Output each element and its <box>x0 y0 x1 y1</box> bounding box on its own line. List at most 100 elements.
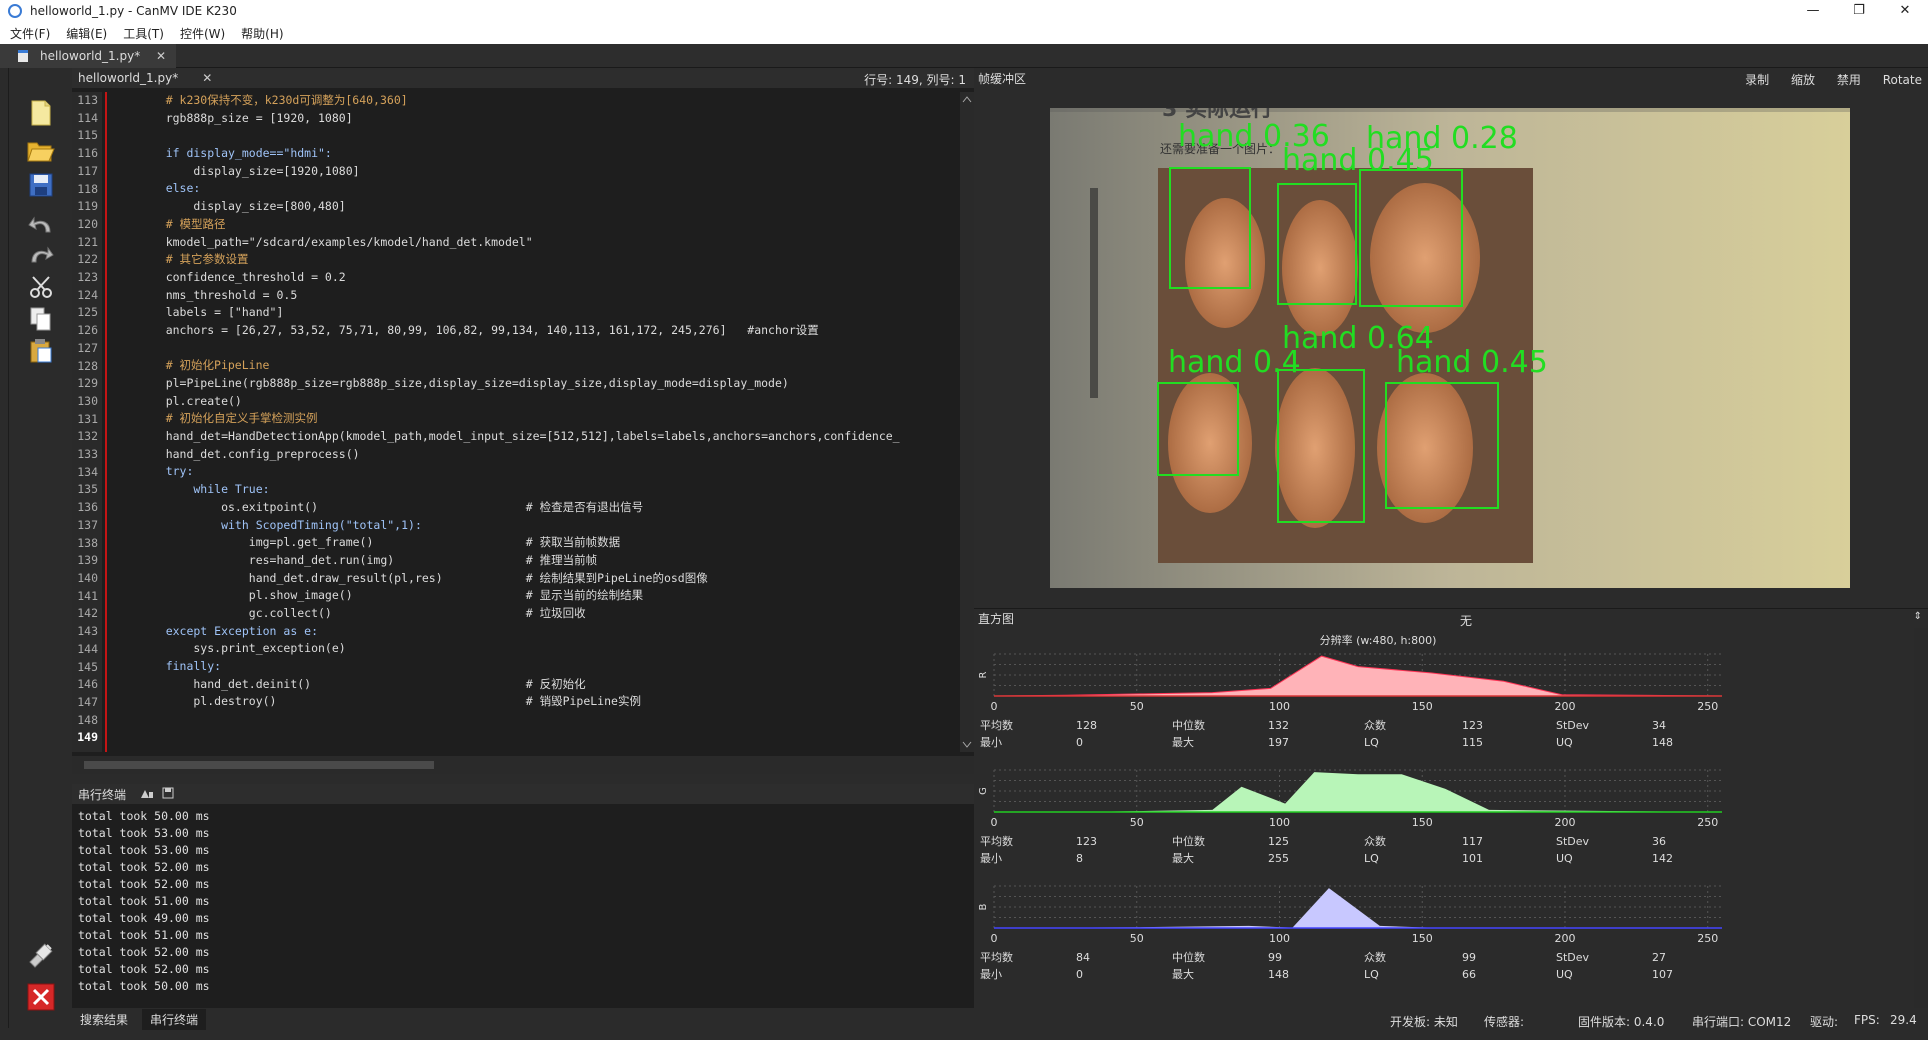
file-tab-label: helloworld_1.py* <box>40 49 141 63</box>
tick-label: 250 <box>1697 816 1718 829</box>
disable-button[interactable]: 禁用 <box>1837 73 1861 87</box>
run-stop-icon[interactable] <box>26 982 56 1012</box>
tick-label: 50 <box>1130 932 1144 945</box>
serial-line: total took 49.00 ms <box>78 911 210 925</box>
redo-icon[interactable] <box>26 240 56 270</box>
code-line: confidence_threshold = 0.2 <box>138 269 346 284</box>
stat-value: 115 <box>1462 736 1483 749</box>
rotate-button[interactable]: Rotate <box>1883 73 1922 87</box>
histogram-area-b <box>994 888 1722 928</box>
code-line: anchors = [26,27, 53,52, 75,71, 80,99, 1… <box>138 322 819 337</box>
tab-search-results[interactable]: 搜索结果 <box>72 1009 136 1030</box>
undo-icon[interactable] <box>26 210 56 240</box>
status-driver: 驱动: <box>1810 1015 1839 1029</box>
bottom-tab-bar: 搜索结果 串行终端 <box>72 1008 974 1030</box>
close-button[interactable]: ✕ <box>1882 0 1928 22</box>
code-line: labels = ["hand"] <box>138 305 284 320</box>
window-title: helloworld_1.py - CanMV IDE K230 <box>30 4 237 18</box>
stat-label: LQ <box>1364 852 1379 865</box>
stat-label: 最大 <box>1172 735 1194 749</box>
serial-line: total took 53.00 ms <box>78 843 210 857</box>
line-number: 149 <box>77 730 98 745</box>
stat-value: 27 <box>1652 951 1666 964</box>
editor-horizontal-scrollbar[interactable] <box>72 756 974 774</box>
tick-label: 0 <box>991 816 998 829</box>
tab-serial-terminal[interactable]: 串行终端 <box>142 1008 207 1030</box>
serial-line: total took 52.00 ms <box>78 962 210 976</box>
stat-label: 最小 <box>980 736 1002 749</box>
stat-value: 123 <box>1462 719 1483 732</box>
line-number: 113 <box>77 93 98 107</box>
editor-close-icon[interactable]: ✕ <box>202 71 212 85</box>
new-file-icon[interactable] <box>26 98 56 128</box>
code-line: finally: <box>138 659 222 673</box>
open-folder-icon[interactable] <box>26 136 56 166</box>
paste-icon[interactable] <box>26 336 56 366</box>
stat-value: 8 <box>1076 852 1083 865</box>
channel-label: R <box>978 671 989 678</box>
restore-button[interactable]: ❐ <box>1836 0 1882 22</box>
stat-value: 132 <box>1268 719 1289 732</box>
line-number: 115 <box>77 128 98 143</box>
tick-label: 0 <box>991 700 998 713</box>
save-icon[interactable] <box>26 170 56 200</box>
modified-marker <box>105 92 107 752</box>
file-tab[interactable]: helloworld_1.py* ✕ <box>0 44 176 68</box>
stat-value: 34 <box>1652 719 1666 732</box>
menu-file[interactable]: 文件(F) <box>10 25 50 42</box>
line-number: 130 <box>77 393 98 408</box>
line-number: 125 <box>77 305 98 320</box>
save-log-icon[interactable] <box>162 787 174 802</box>
stat-value: 0 <box>1076 736 1083 749</box>
code-line: except Exception as e: <box>138 623 319 638</box>
channel-label: B <box>978 903 989 910</box>
menu-tools[interactable]: 工具(T) <box>123 25 164 42</box>
stat-label: UQ <box>1556 968 1573 981</box>
minimize-button[interactable]: — <box>1790 0 1836 22</box>
code-line: pl.show_image() # 显示当前的绘制结果 <box>138 588 644 603</box>
code-line: else: <box>138 181 201 196</box>
detection-label-6: hand 0.45 <box>1396 345 1548 380</box>
horizontal-scroll-thumb[interactable] <box>84 761 434 769</box>
menu-help[interactable]: 帮助(H) <box>241 25 283 42</box>
histogram-header: 直方图 无 ⇕ <box>974 608 1928 628</box>
menu-widgets[interactable]: 控件(W) <box>180 25 225 42</box>
histogram-mode-select[interactable]: 无 <box>1460 612 1472 629</box>
left-edge-line <box>8 68 9 1028</box>
code-line: kmodel_path="/sdcard/examples/kmodel/han… <box>138 234 533 249</box>
code-line: with ScopedTiming("total",1): <box>138 517 422 532</box>
chevron-updown-icon[interactable]: ⇕ <box>1914 611 1922 622</box>
serial-header: 串行终端 <box>72 784 974 804</box>
menu-edit[interactable]: 编辑(E) <box>66 25 107 42</box>
code-line: while True: <box>138 482 270 497</box>
code-line: res=hand_det.run(img) # 推理当前帧 <box>138 552 598 567</box>
code-text-area[interactable]: # k230保持不变，k230d可调整为[640,360] rgb888p_si… <box>138 92 968 752</box>
histogram-panel: 直方图 无 ⇕ 分辨率 (w:480, h:800) R 0 50 100 150 200 2… <box>974 608 1928 1008</box>
record-button[interactable]: 录制 <box>1745 73 1769 87</box>
line-number: 124 <box>77 287 98 302</box>
zoom-button[interactable]: 缩放 <box>1791 73 1815 87</box>
serial-line: total took 51.00 ms <box>78 928 210 942</box>
stat-label: 中位数 <box>1172 950 1205 964</box>
code-line: pl=PipeLine(rgb888p_size=rgb888p_size,di… <box>138 376 789 390</box>
stat-value: 99 <box>1268 951 1282 964</box>
code-line: hand_det=HandDetectionApp(kmodel_path,mo… <box>138 429 900 444</box>
stat-value: 117 <box>1462 835 1483 848</box>
line-number: 121 <box>77 234 98 249</box>
status-firmware: 固件版本: 0.4.0 <box>1578 1015 1665 1029</box>
status-bar: 开发板: 未知 传感器: 固件版本: 0.4.0 串行端口: COM12 驱动:… <box>974 1010 1928 1030</box>
stat-value: 101 <box>1462 852 1483 865</box>
code-line: if display_mode=="hdmi": <box>138 146 332 161</box>
tick-label: 100 <box>1269 700 1290 713</box>
stat-label: UQ <box>1556 736 1573 749</box>
connect-plug-icon[interactable] <box>26 940 56 970</box>
app-icon <box>8 4 22 18</box>
cut-icon[interactable] <box>26 272 56 302</box>
code-line: display_size=[800,480] <box>138 199 346 214</box>
close-tab-icon[interactable]: ✕ <box>156 49 166 63</box>
stat-label: 最小 <box>980 968 1002 981</box>
copy-icon[interactable] <box>26 304 56 334</box>
editor-vertical-scrollbar[interactable] <box>960 92 974 752</box>
clear-icon[interactable] <box>140 787 154 802</box>
